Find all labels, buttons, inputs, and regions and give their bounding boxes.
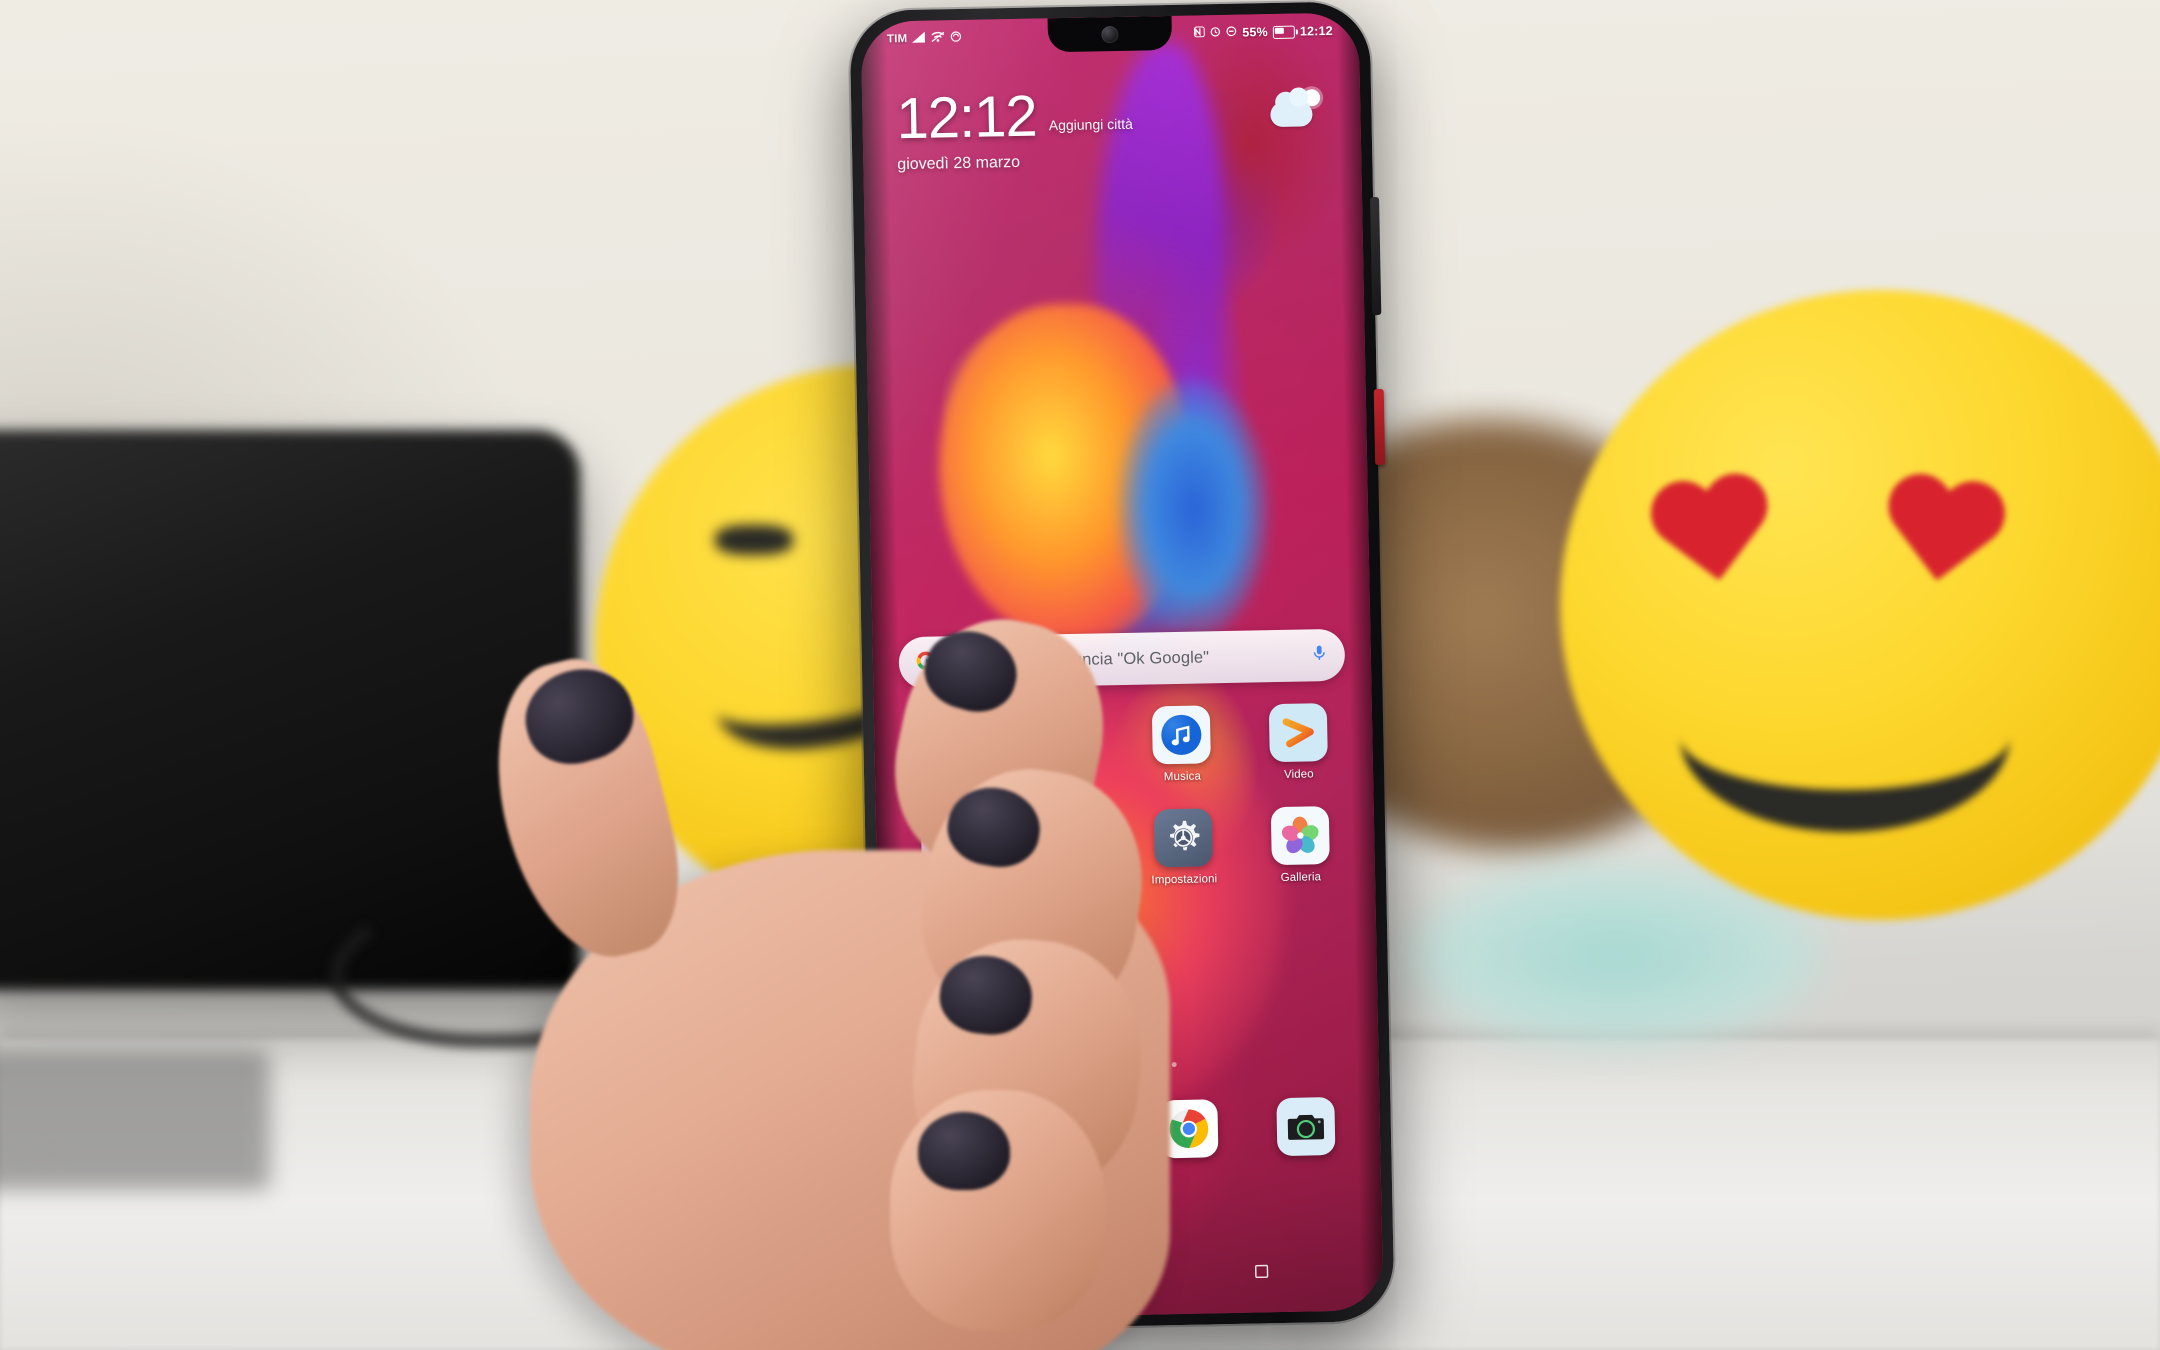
- speaker-knobs: [0, 1130, 110, 1176]
- nfc-icon: [1194, 26, 1206, 41]
- battery-percent-label: 55%: [1242, 25, 1269, 40]
- heart-eye-right-icon: [1873, 472, 2011, 600]
- clock-widget[interactable]: 12:12 Aggiungi città giovedì 28 marzo: [895, 83, 1134, 175]
- photo-scene: TIM 55% 12:12 12:12 Aggiungi città giove…: [0, 0, 2160, 1350]
- carrier-label: TIM: [886, 33, 908, 46]
- hand-holding-phone: [470, 601, 1350, 1350]
- fingernail: [918, 1112, 1010, 1190]
- vibrate-icon: [950, 31, 962, 45]
- do-not-disturb-icon: [1226, 26, 1237, 40]
- weather-widget[interactable]: [1266, 89, 1325, 140]
- battery-icon: [1272, 25, 1295, 39]
- alarm-icon: [1210, 26, 1221, 40]
- power-button[interactable]: [1373, 388, 1386, 466]
- smirk-eye-left-icon: [715, 525, 793, 555]
- heart-eye-left-icon: [1643, 472, 1781, 600]
- wifi-off-icon: [931, 32, 945, 46]
- add-city-link[interactable]: Aggiungi città: [1049, 116, 1134, 144]
- signal-bars-icon: [912, 31, 926, 46]
- cloud-icon: [1270, 101, 1313, 128]
- clock-time: 12:12: [895, 83, 1038, 152]
- status-time-label: 12:12: [1299, 23, 1333, 39]
- heart-emoji-mouth-icon: [1680, 640, 2010, 832]
